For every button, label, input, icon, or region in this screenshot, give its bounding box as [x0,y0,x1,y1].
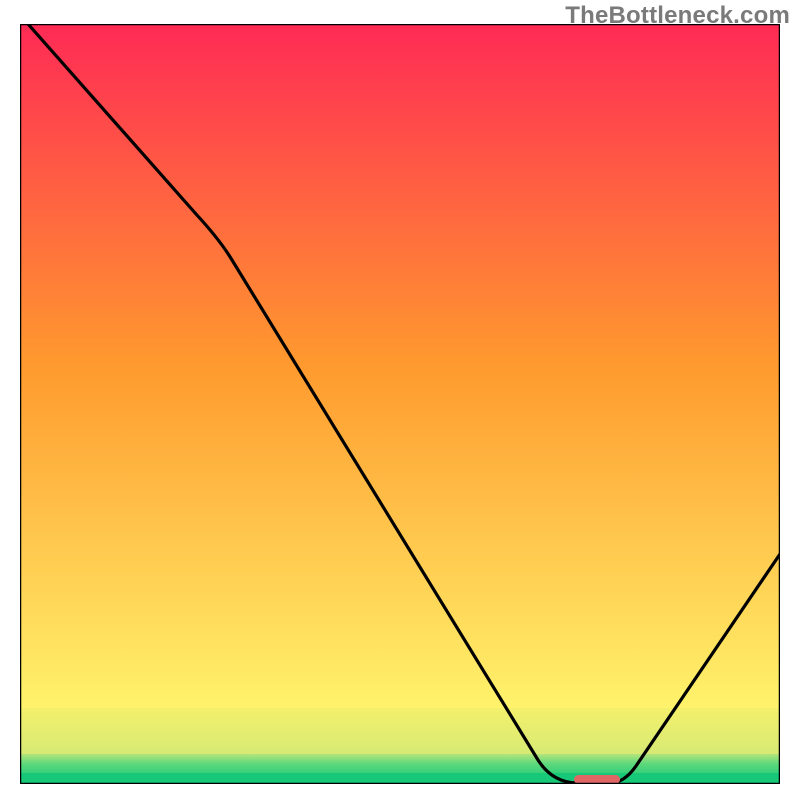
chart-container: TheBottleneck.com [0,0,800,800]
solid-band-green [20,773,780,784]
gradient-band-teal [20,754,780,773]
bottleneck-plot [20,24,780,784]
gradient-band-red-yellow [20,24,780,708]
optimal-marker [574,775,620,784]
plot-background-bands [20,24,780,784]
gradient-band-yellow [20,708,780,754]
